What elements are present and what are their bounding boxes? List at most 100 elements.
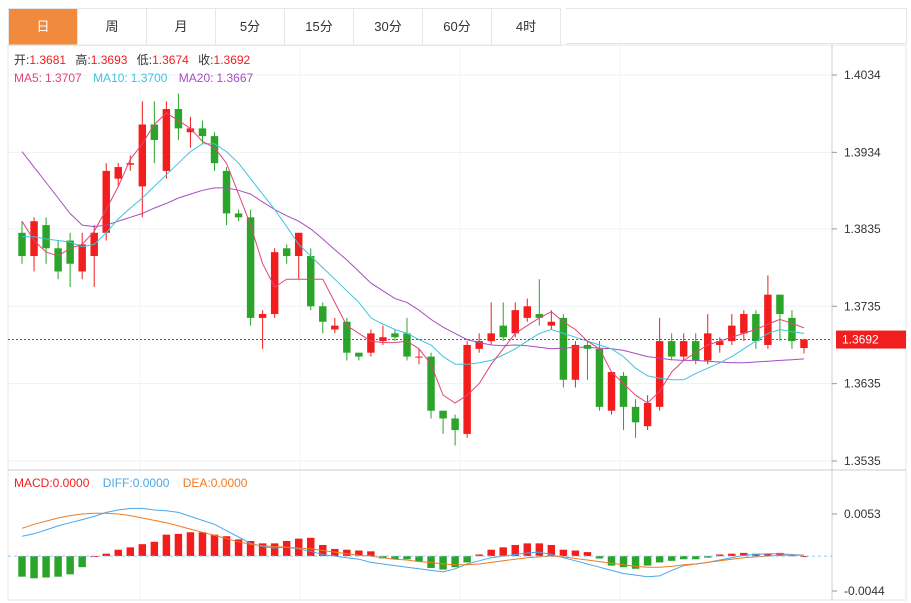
macd-bar bbox=[30, 556, 38, 579]
candle-body bbox=[150, 124, 159, 140]
y-tick-label: 1.3535 bbox=[844, 454, 881, 468]
candle-body bbox=[210, 136, 219, 164]
macd-bar bbox=[138, 544, 147, 557]
candle-body bbox=[547, 321, 556, 326]
macd-bar bbox=[571, 550, 580, 557]
grid-lines bbox=[8, 45, 832, 600]
macd-bar bbox=[487, 549, 495, 557]
macd-bar bbox=[523, 543, 532, 557]
dea-value: 0.0000 bbox=[211, 476, 248, 490]
candle-body bbox=[740, 314, 748, 334]
macd-bar bbox=[270, 543, 279, 557]
candle-body bbox=[595, 348, 604, 407]
macd-bar bbox=[42, 556, 50, 578]
candle-body bbox=[282, 248, 291, 257]
macd-bar bbox=[499, 547, 507, 557]
macd-bar bbox=[607, 556, 616, 566]
open-label: 开: bbox=[14, 53, 29, 67]
macd-bar bbox=[655, 556, 664, 563]
candle-body bbox=[511, 310, 519, 334]
macd-bar bbox=[186, 532, 195, 557]
macd-bar bbox=[282, 540, 291, 557]
candle-body bbox=[607, 372, 616, 411]
macd-bar bbox=[66, 556, 74, 575]
macd-bar bbox=[162, 534, 171, 557]
candle-body bbox=[234, 213, 243, 218]
candle-body bbox=[728, 325, 736, 342]
low-label: 低: bbox=[137, 53, 152, 67]
candle-body bbox=[451, 418, 459, 431]
candle-body bbox=[800, 339, 808, 349]
candle-body bbox=[102, 170, 110, 233]
macd-bar bbox=[54, 556, 62, 577]
candle-body bbox=[403, 333, 411, 357]
low-value: 1.3674 bbox=[152, 53, 189, 67]
macd-bar bbox=[210, 534, 219, 557]
candle-body bbox=[78, 244, 86, 272]
ohlc-readout: 开:1.3681 高:1.3693 低:1.3674 收:1.3692 bbox=[14, 52, 251, 67]
ma10-value: 1.3700 bbox=[131, 71, 168, 85]
close-label: 收: bbox=[198, 53, 213, 67]
candlesticks bbox=[18, 93, 808, 446]
macd-histogram bbox=[18, 532, 808, 579]
candle-body bbox=[198, 128, 207, 137]
candle-body bbox=[535, 314, 544, 318]
ma20-label: MA20: bbox=[179, 71, 214, 85]
macd-bar bbox=[198, 532, 207, 557]
candle-body bbox=[307, 256, 315, 307]
candle-body bbox=[752, 314, 760, 342]
price-chart: 1.4034 1.3934 1.3835 1.3735 1.3635 1.3535 0.0… bbox=[7, 44, 907, 601]
macd-tick-label: -0.0044 bbox=[844, 584, 885, 598]
macd-bar bbox=[463, 556, 471, 563]
candle-body bbox=[667, 341, 676, 357]
y-tick-label: 1.3835 bbox=[844, 222, 881, 236]
macd-bar bbox=[126, 547, 135, 557]
candle-body bbox=[776, 294, 784, 315]
open-value: 1.3681 bbox=[29, 53, 66, 67]
macd-bar bbox=[174, 533, 183, 557]
y-tick-label: 1.4034 bbox=[844, 68, 881, 82]
candle-body bbox=[559, 317, 568, 380]
macd-bar bbox=[294, 538, 303, 557]
high-value: 1.3693 bbox=[91, 53, 128, 67]
candle-body bbox=[162, 109, 171, 171]
macd-bar bbox=[367, 551, 375, 557]
macd-bar bbox=[559, 549, 568, 557]
macd-bar bbox=[78, 556, 86, 568]
candle-body bbox=[138, 124, 147, 187]
ma5-value: 1.3707 bbox=[45, 71, 82, 85]
macd-bar bbox=[535, 543, 544, 557]
candle-body bbox=[631, 406, 640, 423]
candle-body bbox=[764, 294, 772, 345]
chart-widget: 日 周 月 5分 15分 30分 60分 4时 1.4034 1.3934 1.38… bbox=[0, 0, 911, 603]
price-axis: 1.4034 1.3934 1.3835 1.3735 1.3635 1.3535 bbox=[832, 68, 881, 468]
y-tick-label: 1.3934 bbox=[844, 145, 881, 159]
macd-bar bbox=[114, 549, 122, 557]
ma20-value: 1.3667 bbox=[216, 71, 253, 85]
candle-body bbox=[367, 333, 375, 353]
candle-body bbox=[319, 306, 327, 322]
candle-body bbox=[331, 325, 339, 330]
diff-label: DIFF: bbox=[103, 476, 133, 490]
candle-body bbox=[355, 352, 363, 357]
price-tag-text: 1.3692 bbox=[842, 333, 879, 347]
candle-body bbox=[679, 341, 688, 357]
ma-readout: MA5: 1.3707 MA10: 1.3700 MA20: 1.3667 bbox=[14, 71, 254, 85]
macd-bar bbox=[18, 556, 26, 577]
dea-label: DEA: bbox=[183, 476, 211, 490]
macd-tick-label: 0.0053 bbox=[844, 507, 881, 521]
macd-bar bbox=[307, 537, 315, 557]
current-price-tag: 1.3692 bbox=[836, 330, 906, 349]
candle-body bbox=[30, 221, 38, 257]
ma10-label: MA10: bbox=[93, 71, 128, 85]
candle-body bbox=[571, 344, 580, 380]
candle-body bbox=[54, 248, 62, 272]
macd-bar bbox=[439, 556, 447, 570]
diff-line bbox=[21, 507, 805, 578]
macd-bar bbox=[583, 552, 592, 557]
ma5-label: MA5: bbox=[14, 71, 42, 85]
macd-lines bbox=[21, 507, 805, 578]
diff-value: 0.0000 bbox=[133, 476, 170, 490]
candle-body bbox=[643, 402, 652, 427]
close-value: 1.3692 bbox=[214, 53, 251, 67]
